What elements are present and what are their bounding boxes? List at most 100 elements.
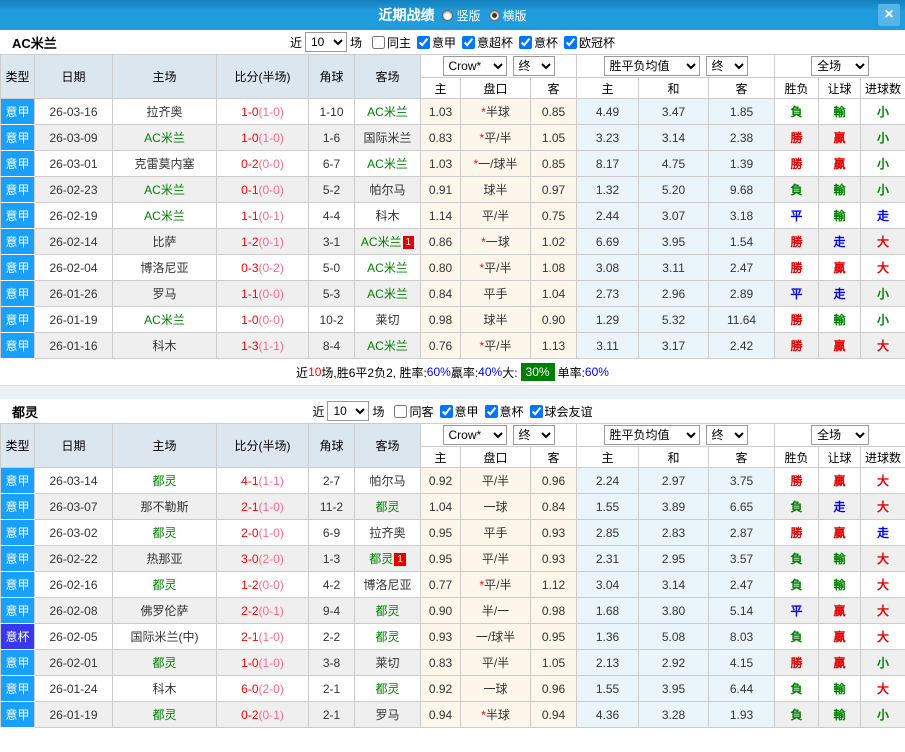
sub-column-header: 客 xyxy=(529,446,578,468)
cell-date: 26-03-09 xyxy=(34,124,113,151)
home-team-name: 科木 xyxy=(152,682,177,696)
full-time-score: 4-1 xyxy=(241,473,259,488)
competition-label-text: 意甲 xyxy=(454,404,479,419)
layout-option-horizontal[interactable]: 横版 xyxy=(488,7,527,24)
handicap-text: 平/半 xyxy=(484,131,512,145)
layout-option-horizontal-label: 横版 xyxy=(502,8,527,23)
cell-away-team: 莱切 xyxy=(354,649,421,676)
cell-avg-draw: 3.07 xyxy=(638,202,710,229)
home-team-name: 都灵 xyxy=(152,474,177,488)
scope-select[interactable]: 全场 xyxy=(811,56,870,76)
cell-avg-away-win: 1.39 xyxy=(708,150,776,177)
results-summary: 近 10 场,胜6平2负2, 胜率: 60% 贏率: 40% 大: 30% 单率: 60% xyxy=(0,359,905,386)
competition-checkbox[interactable] xyxy=(416,35,430,49)
cell-corners: 3-8 xyxy=(308,649,355,676)
cell-avg-home-win: 2.13 xyxy=(576,649,640,676)
cell-avg-home-win: 3.04 xyxy=(576,571,640,598)
cell-home-team: 拉齐奥 xyxy=(112,98,217,125)
competition-checkbox[interactable] xyxy=(439,404,453,418)
same-venue-checkbox-label[interactable]: 同客 xyxy=(384,403,434,420)
odds-final-select[interactable]: 终 xyxy=(512,425,555,445)
cell-avg-home-win: 2.44 xyxy=(576,202,640,229)
cell-home-odds: 0.95 xyxy=(420,519,461,546)
avg-final-select[interactable]: 终 xyxy=(705,425,748,445)
half-time-score: (2-0) xyxy=(258,681,284,696)
cell-result-outcome: 勝 xyxy=(774,254,820,281)
cell-avg-home-win: 3.23 xyxy=(576,124,640,151)
odds-final-select[interactable]: 终 xyxy=(512,56,555,76)
sub-column-header: 主 xyxy=(576,77,640,99)
scope-select[interactable]: 全场 xyxy=(811,425,870,445)
close-icon[interactable]: × xyxy=(878,4,900,26)
cell-result-outcome: 勝 xyxy=(774,519,820,546)
competition-checkbox-label[interactable]: 球会友谊 xyxy=(524,403,593,420)
competition-checkbox[interactable] xyxy=(529,404,543,418)
cell-result-goals: 大 xyxy=(860,493,905,520)
avg-odds-select[interactable]: 胜平负均值 xyxy=(603,425,700,445)
away-team-name: 都灵 xyxy=(369,552,394,566)
cell-avg-away-win: 1.93 xyxy=(708,701,776,728)
avg-odds-select[interactable]: 胜平负均值 xyxy=(603,56,700,76)
cell-avg-away-win: 1.85 xyxy=(708,98,776,125)
match-count-select[interactable]: 10 xyxy=(327,401,370,421)
competition-checkbox-label[interactable]: 意杯 xyxy=(479,403,524,420)
half-time-score: (0-1) xyxy=(258,707,284,722)
competition-checkbox-label[interactable]: 意甲 xyxy=(411,34,456,51)
layout-option-vertical[interactable]: 竖版 xyxy=(442,7,481,24)
cell-avg-away-win: 6.44 xyxy=(708,675,776,702)
home-team-name: 科木 xyxy=(152,339,177,353)
avg-final-select[interactable]: 终 xyxy=(705,56,748,76)
cell-home-odds: 0.80 xyxy=(420,254,461,281)
table-row: 意甲 26-03-16 拉齐奥 1-0(1-0) 1-10 AC米兰 1.03 *半球 0.85… xyxy=(0,98,905,125)
same-venue-checkbox[interactable] xyxy=(371,35,385,49)
summary-segment: 单率: xyxy=(557,365,585,380)
competition-checkbox-label[interactable]: 意杯 xyxy=(513,34,558,51)
match-count-select[interactable]: 10 xyxy=(304,32,347,52)
odds-provider-select[interactable]: Crow* xyxy=(442,56,507,76)
cell-corners: 10-2 xyxy=(308,306,355,333)
odds-provider-group-header: Crow* 终 xyxy=(419,54,578,78)
away-team-name: AC米兰 xyxy=(367,339,408,353)
sub-column-header: 和 xyxy=(638,77,710,99)
cell-avg-home-win: 3.11 xyxy=(576,332,640,359)
competition-checkbox-label[interactable]: 意超杯 xyxy=(456,34,513,51)
same-venue-checkbox[interactable] xyxy=(394,404,408,418)
cell-result-goals: 小 xyxy=(860,98,905,125)
panel-team-2: 都灵 近 10 场同客 意甲 意杯 球会友谊 类型 日期 主场 比分(半场) 角球 客场 Crow* 终… xyxy=(0,399,905,728)
handicap-text: 平/半 xyxy=(484,578,512,592)
cell-result-outcome: 負 xyxy=(774,493,820,520)
radio-icon[interactable] xyxy=(488,9,500,21)
cell-score: 2-1(1-0) xyxy=(216,493,309,520)
cell-competition-type: 意甲 xyxy=(0,124,35,151)
competition-checkbox-label[interactable]: 意甲 xyxy=(434,403,479,420)
same-venue-checkbox-label[interactable]: 同主 xyxy=(362,34,411,51)
cell-avg-home-win: 3.08 xyxy=(576,254,640,281)
odds-provider-select[interactable]: Crow* xyxy=(442,425,507,445)
cell-date: 26-02-01 xyxy=(34,649,113,676)
cell-result-goals: 大 xyxy=(860,597,905,624)
cell-away-team: AC米兰 xyxy=(354,98,421,125)
cell-score: 1-2(0-1) xyxy=(216,228,309,255)
half-time-score: (1-0) xyxy=(258,655,284,670)
red-card-badge: 1 xyxy=(402,236,415,249)
cell-avg-draw: 3.11 xyxy=(638,254,710,281)
cell-result-handicap: 輸 xyxy=(818,675,862,702)
competition-checkbox[interactable] xyxy=(462,35,475,49)
cell-away-team: AC米兰 xyxy=(354,150,421,177)
full-time-score: 1-0 xyxy=(241,130,259,145)
competition-checkbox[interactable] xyxy=(484,404,498,418)
radio-icon[interactable] xyxy=(442,9,454,21)
cell-result-goals: 小 xyxy=(860,150,905,177)
cell-result-handicap: 贏 xyxy=(818,623,862,650)
competition-checkbox[interactable] xyxy=(519,35,533,49)
cell-away-team: 帕尔马 xyxy=(354,176,421,203)
cell-away-odds: 1.05 xyxy=(529,124,578,151)
cell-home-odds: 0.92 xyxy=(420,675,461,702)
competition-checkbox-label[interactable]: 欧冠杯 xyxy=(558,34,615,51)
cell-avg-draw: 3.14 xyxy=(638,124,710,151)
cell-result-goals: 大 xyxy=(860,675,905,702)
half-time-score: (0-1) xyxy=(258,234,284,249)
competition-checkbox[interactable] xyxy=(564,35,578,49)
results-table-container: 类型 日期 主场 比分(半场) 角球 客场 Crow* 终胜平负均值终全场主盘口客主和客胜负让… xyxy=(0,423,905,728)
sub-column-header: 让球 xyxy=(818,77,862,99)
